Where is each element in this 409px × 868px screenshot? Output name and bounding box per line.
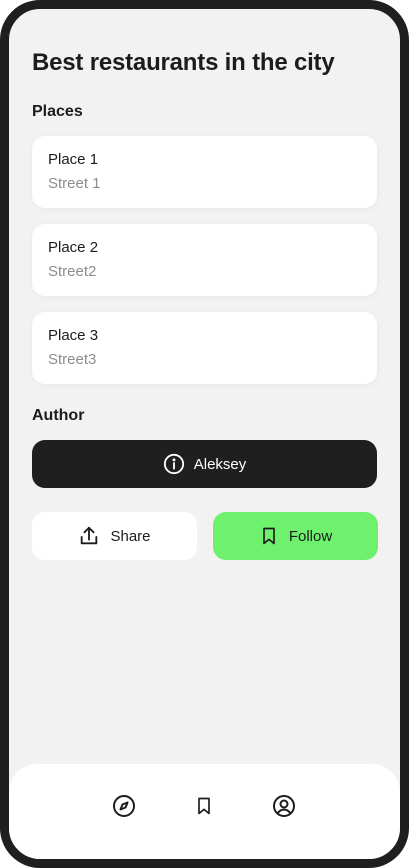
place-name: Place 3 <box>48 327 99 344</box>
nav-profile[interactable] <box>269 791 299 821</box>
follow-label: Follow <box>288 527 333 545</box>
places-section-label: Places <box>32 103 83 120</box>
place-card-1[interactable]: Place 1 Street 1 <box>32 136 377 208</box>
author-name: Aleksey <box>193 455 247 473</box>
place-name: Place 1 <box>48 151 99 168</box>
share-icon <box>78 525 100 547</box>
compass-icon <box>112 794 136 818</box>
place-street: Street3 <box>48 351 97 368</box>
share-button[interactable]: Share <box>32 512 197 560</box>
place-card-3[interactable]: Place 3 Street3 <box>32 312 377 384</box>
author-section-label: Author <box>32 407 85 424</box>
phone-frame: Best restaurants in the city Places Plac… <box>0 0 409 868</box>
author-button[interactable]: Aleksey <box>32 440 377 488</box>
bookmark-icon <box>194 794 214 818</box>
place-street: Street2 <box>48 263 97 280</box>
bookmark-icon <box>259 525 279 547</box>
share-label: Share <box>110 527 151 545</box>
bottom-navigation-bar <box>9 764 400 859</box>
place-card-2[interactable]: Place 2 Street2 <box>32 224 377 296</box>
user-icon <box>272 794 296 818</box>
nav-saved[interactable] <box>189 791 219 821</box>
screen: Best restaurants in the city Places Plac… <box>9 9 400 859</box>
place-street: Street 1 <box>48 175 101 192</box>
place-name: Place 2 <box>48 239 99 256</box>
page-title: Best restaurants in the city <box>32 49 335 76</box>
info-icon <box>163 453 185 475</box>
nav-explore[interactable] <box>109 791 139 821</box>
follow-button[interactable]: Follow <box>213 512 378 560</box>
